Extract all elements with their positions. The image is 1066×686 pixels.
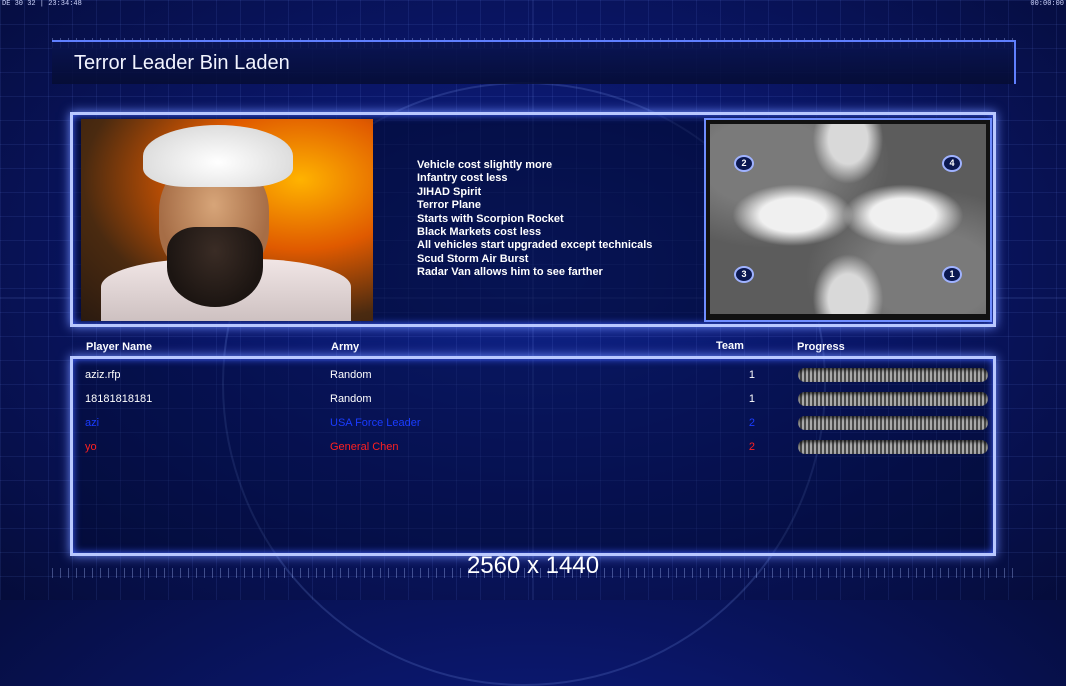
feature-item: Scud Storm Air Burst <box>417 252 529 265</box>
feature-item: Black Markets cost less <box>417 226 542 239</box>
feature-item: JIHAD Spirit <box>417 185 482 198</box>
player-progress-bar <box>798 440 988 454</box>
map-terrain <box>710 124 986 314</box>
spawn-marker-3[interactable]: 3 <box>734 266 754 283</box>
player-name: aziz.rfp <box>85 369 121 381</box>
players-panel: aziz.rfp Random 1 18181818181 Random 1 a… <box>70 356 996 556</box>
column-header-team: Team <box>716 340 744 352</box>
minimap[interactable]: 2 4 3 1 <box>704 118 992 322</box>
column-header-army: Army <box>331 341 360 353</box>
spawn-marker-2[interactable]: 2 <box>734 155 754 172</box>
player-row: yo General Chen 2 <box>73 437 993 457</box>
feature-item: Vehicle cost slightly more <box>417 159 553 171</box>
status-left: DE 30 32 | 23:34:48 <box>2 0 82 8</box>
general-info-panel: Vehicle cost slightly more Infantry cost… <box>70 112 996 327</box>
player-progress-bar <box>798 368 988 382</box>
player-row: aziz.rfp Random 1 <box>73 365 993 385</box>
player-team: 2 <box>748 441 755 453</box>
player-row: azi USA Force Leader 2 <box>73 413 993 433</box>
portrait-beard <box>167 227 263 307</box>
player-progress-bar <box>798 416 988 430</box>
column-header-player-name: Player Name <box>86 341 153 353</box>
player-row: 18181818181 Random 1 <box>73 389 993 409</box>
player-team: 1 <box>748 369 755 381</box>
feature-list: Vehicle cost slightly more Infantry cost… <box>417 159 652 280</box>
feature-item: Radar Van allows him to see farther <box>417 266 603 279</box>
player-team: 2 <box>748 417 755 429</box>
spawn-marker-4[interactable]: 4 <box>942 155 962 172</box>
player-army: Random <box>330 393 372 405</box>
feature-item: All vehicles start upgraded except techn… <box>417 239 653 252</box>
feature-item: Starts with Scorpion Rocket <box>417 212 564 225</box>
player-army: General Chen <box>330 441 399 453</box>
status-clock: 00:00:00 <box>1030 0 1064 8</box>
spawn-marker-1[interactable]: 1 <box>942 266 962 283</box>
general-portrait <box>81 119 373 321</box>
portrait-turban <box>143 125 293 187</box>
feature-item: Terror Plane <box>417 199 481 212</box>
page-title: Terror Leader Bin Laden <box>74 52 290 74</box>
player-name: 18181818181 <box>85 393 153 405</box>
player-progress-bar <box>798 392 988 406</box>
player-team: 1 <box>748 393 755 405</box>
feature-item: Infantry cost less <box>417 172 508 185</box>
column-header-progress: Progress <box>797 341 845 353</box>
player-army: Random <box>330 369 372 381</box>
player-army: USA Force Leader <box>330 417 421 429</box>
player-name: azi <box>85 417 100 429</box>
resolution-caption: 2560 x 1440 <box>466 552 600 579</box>
title-bar: Terror Leader Bin Laden <box>52 40 1016 84</box>
player-name: yo <box>85 441 97 453</box>
